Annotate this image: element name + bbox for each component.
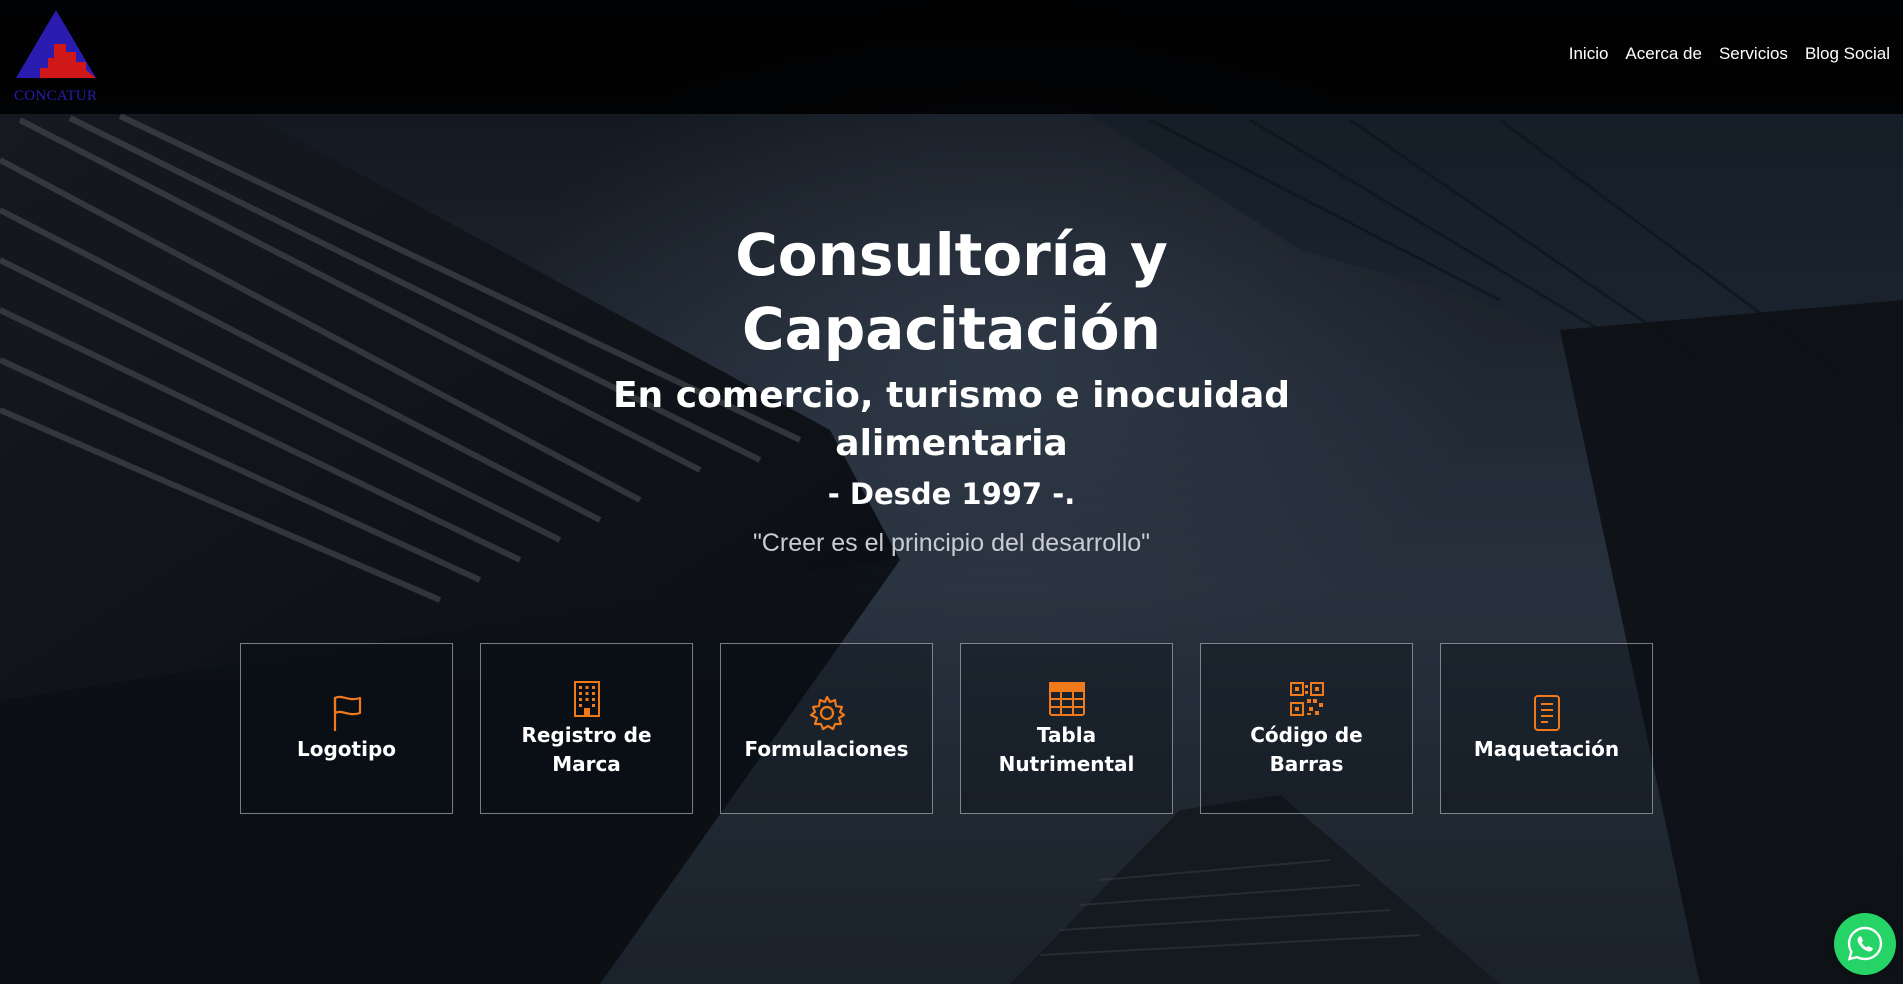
nav-item-servicios[interactable]: Servicios [1719,44,1788,64]
service-card-tabla-nutrimental[interactable]: Tabla Nutrimental [960,643,1173,814]
site-header: CONCATUR Inicio Acerca de Servicios Blog… [0,0,1903,114]
service-label: Maquetación [1473,737,1620,761]
building-icon [566,679,608,719]
nav-item-inicio[interactable]: Inicio [1569,44,1609,64]
whatsapp-button[interactable] [1834,913,1896,975]
main-nav: Inicio Acerca de Servicios Blog Social [1569,44,1890,64]
service-label: Registro de Marca [521,722,652,776]
gear-icon [806,693,848,733]
service-card-registro-de-marca[interactable]: Registro de Marca [480,643,693,814]
hero-quote: "Creer es el principio del desarrollo" [752,529,1151,557]
services-grid: Logotipo Registro de Marca Formulaciones… [240,643,1653,814]
service-label: Formulaciones [744,737,909,761]
hero-subtitle-line2: alimentaria [835,423,1068,464]
service-card-logotipo[interactable]: Logotipo [240,643,453,814]
hero-title-line1: Consultoría y [735,221,1168,289]
hero-subtitle-line1: En comercio, turismo e inocuidad [612,375,1291,416]
service-label: Tabla Nutrimental [998,722,1135,776]
document-icon [1526,693,1568,733]
service-label: Logotipo [296,737,396,761]
logo-mark-icon [16,10,96,78]
nav-item-blog-social[interactable]: Blog Social [1805,44,1890,64]
nav-item-acerca-de[interactable]: Acerca de [1625,44,1702,64]
table-icon [1046,679,1088,719]
whatsapp-icon [1847,926,1883,961]
qr-code-icon [1286,679,1328,719]
page: CONCATUR Inicio Acerca de Servicios Blog… [0,0,1903,984]
hero-subtitle: En comercio, turismo e inocuidad aliment… [0,372,1903,468]
hero-title-line2: Capacitación [742,295,1161,363]
service-label: Código de Barras [1250,722,1363,776]
service-card-codigo-de-barras[interactable]: Código de Barras [1200,643,1413,814]
service-card-formulaciones[interactable]: Formulaciones [720,643,933,814]
service-card-maquetacion[interactable]: Maquetación [1440,643,1653,814]
hero-since: - Desde 1997 -. [827,477,1076,511]
flag-icon [326,693,368,733]
concatur-logo[interactable]: CONCATUR [6,10,106,104]
hero-title: Consultoría y Capacitación [0,218,1903,366]
logo-text: CONCATUR [14,88,98,104]
